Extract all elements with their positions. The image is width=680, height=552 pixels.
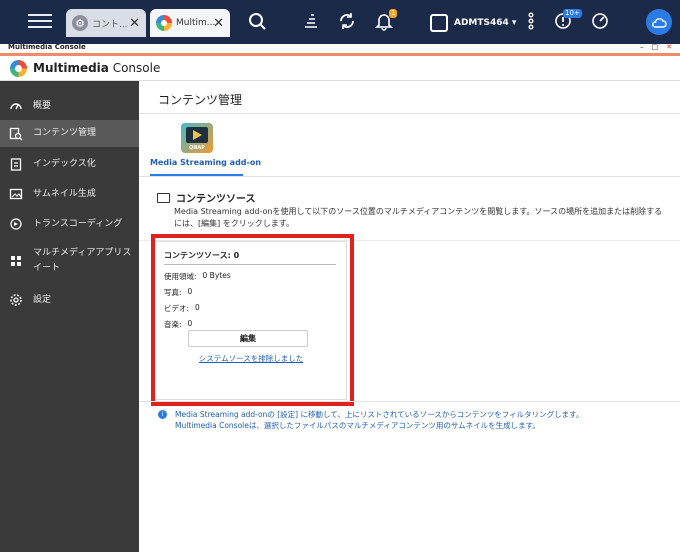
tab-label: コント...: [92, 19, 128, 30]
sidebar-item-label: 概要: [33, 100, 52, 111]
main-content: コンテンツ管理 QNAP Media Streaming add-on コンテン…: [139, 81, 680, 552]
tab-label: Multim...: [176, 18, 216, 28]
plugin-brand-label: QNAP: [189, 145, 205, 151]
highlight-box: [151, 234, 354, 406]
username: ADMTS464: [454, 18, 509, 28]
close-window-button[interactable]: ✕: [666, 43, 672, 51]
app-title-light: Console: [108, 61, 161, 75]
folder-icon: [157, 192, 170, 203]
hamburger-menu-icon[interactable]: [28, 10, 52, 32]
user-menu[interactable]: ADMTS464 ▾: [430, 12, 516, 34]
taskbar: ⚙ コント... ✕ Multim... ✕ 1 ADMTS464 ▾ 10+: [0, 0, 680, 44]
sidebar-item-label: 設定: [33, 294, 52, 305]
user-avatar-icon: [430, 14, 448, 32]
tab-media-streaming-addon[interactable]: Media Streaming add-on: [150, 158, 261, 167]
clipboard-icon: [9, 157, 23, 171]
sidebar-item-transcoding[interactable]: トランスコーディング: [0, 213, 139, 235]
resource-badge: 10+: [563, 9, 582, 18]
minimize-button[interactable]: –: [640, 43, 644, 51]
gear-icon: ⚙: [72, 15, 88, 31]
info-line1: Media Streaming add-onの [設定] に移動して、上にリスト…: [175, 410, 584, 419]
sidebar-item-label: インデックス化: [33, 158, 96, 169]
sidebar-item-thumbnail-generation[interactable]: サムネイル生成: [0, 183, 139, 205]
tab-content-management[interactable]: ⚙ コント... ✕: [66, 9, 146, 37]
sidebar-item-label-line1: マルチメディアアプリス: [33, 248, 132, 258]
sidebar-item-label: コンテンツ管理: [33, 128, 97, 138]
content-search-icon: [9, 127, 23, 141]
window-titlebar: Multimedia Console – □ ✕: [0, 43, 680, 53]
page-title: コンテンツ管理: [158, 93, 243, 107]
grid-icon: [9, 254, 23, 268]
background-tasks-icon[interactable]: [300, 11, 322, 33]
sync-icon[interactable]: [336, 11, 358, 33]
info-icon: i: [158, 410, 167, 419]
app-title-bold: Multimedia: [33, 61, 109, 75]
sidebar-item-label: マルチメディアアプリス イート: [33, 246, 131, 276]
sidebar-item-content-management[interactable]: コンテンツ管理: [0, 120, 139, 147]
sidebar-item-indexing[interactable]: インデックス化: [0, 153, 139, 175]
myqnapcloud-icon[interactable]: [646, 9, 672, 35]
user-caret: ▾: [511, 18, 517, 28]
info-line2: Multimedia Consoleは、選択したファイルパスのマルチメディアコン…: [175, 421, 540, 430]
media-streaming-addon-icon[interactable]: QNAP: [181, 123, 213, 153]
app-title: Multimedia Console: [33, 61, 160, 75]
section-description: Media Streaming add-onを使用して以下のソース位置のマルチメ…: [174, 206, 680, 230]
maximize-button[interactable]: □: [652, 43, 659, 51]
sidebar-item-label: トランスコーディング: [33, 218, 123, 229]
divider: [139, 401, 680, 402]
search-icon[interactable]: [246, 11, 268, 33]
sidebar-item-multimedia-app-suite[interactable]: マルチメディアアプリス イート: [0, 245, 139, 277]
section-title: コンテンツソース: [176, 194, 256, 205]
gauge-icon: [9, 99, 23, 113]
window-title: Multimedia Console: [8, 43, 86, 51]
info-note: i Media Streaming add-onの [設定] に移動して、上にリ…: [158, 409, 583, 431]
sidebar-item-overview[interactable]: 概要: [0, 95, 139, 117]
divider: [139, 113, 680, 114]
image-icon: [9, 187, 23, 201]
app-header: Multimedia Console: [0, 56, 680, 81]
multimedia-console-icon: [156, 15, 172, 31]
resource-monitor-icon[interactable]: [589, 11, 611, 33]
close-icon[interactable]: ✕: [129, 16, 140, 31]
more-options-icon[interactable]: [520, 11, 542, 33]
description-line1: Media Streaming add-onを使用して以下のソース位置のマルチメ…: [174, 207, 663, 216]
sidebar-item-label-line2: イート: [33, 263, 61, 273]
close-icon[interactable]: ✕: [213, 16, 224, 31]
sidebar: 概要 コンテンツ管理 インデックス化 サムネイル生成 トランスコーディング マル…: [0, 81, 139, 552]
sidebar-item-label: サムネイル生成: [33, 188, 96, 199]
tab-multimedia-console[interactable]: Multim... ✕: [150, 9, 230, 37]
description-line2: には、[編集] をクリックします。: [174, 219, 294, 228]
section-header: コンテンツソース: [157, 190, 256, 205]
gear-icon: [9, 293, 23, 307]
divider: [139, 176, 680, 177]
sidebar-item-settings[interactable]: 設定: [0, 289, 139, 311]
multimedia-console-logo-icon: [10, 59, 27, 77]
notification-badge: 1: [389, 9, 398, 18]
transcode-icon: [9, 217, 23, 231]
